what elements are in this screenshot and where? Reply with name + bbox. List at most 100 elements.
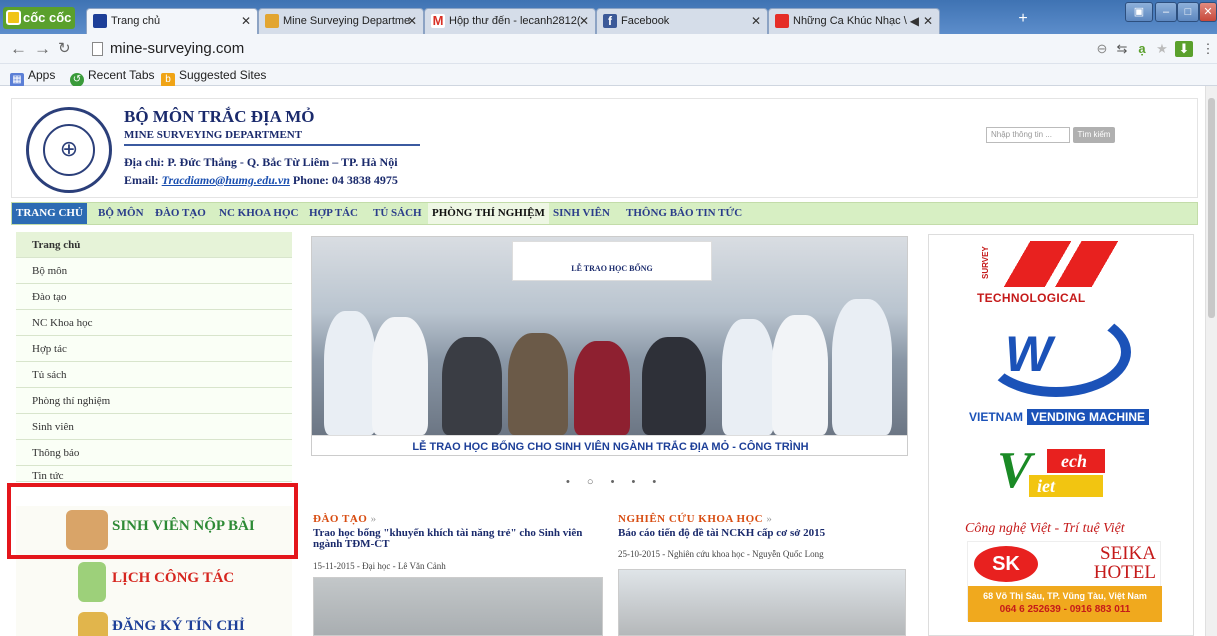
nk-logo-icon [1001, 241, 1121, 287]
bookmark-recent-tabs[interactable]: ↺ Recent Tabs [70, 65, 155, 87]
download-icon[interactable]: ⬇ [1175, 41, 1193, 57]
viettech-v-icon: V [997, 442, 1032, 499]
person-figure [324, 311, 376, 435]
nav-thong-bao[interactable]: THÔNG BÁO [622, 203, 698, 224]
browser-toolbar: ← → ↻ mine-surveying.com ⊖ ⇆ ạ ★ ⬇ ⋮ [0, 34, 1217, 64]
image-slider[interactable]: LỄ TRAO HỌC BỔNG LỄ TRAO HỌC BỔNG CHO SI… [311, 236, 908, 456]
hotel-name: SEIKA HOTEL [1052, 544, 1156, 582]
nav-dao-tao[interactable]: ĐÀO TẠO [151, 203, 210, 224]
ceremony-banner: LỄ TRAO HỌC BỔNG [512, 241, 712, 281]
news-thumbnail-image[interactable] [313, 577, 603, 636]
tab-facebook[interactable]: f Facebook ✕ [596, 8, 768, 34]
browser-brand[interactable]: cốc cốc [3, 7, 75, 29]
work-schedule-label: LỊCH CÔNG TÁC [112, 570, 235, 586]
vending-machine-ad[interactable]: VIETNAM VENDING MACHINE [969, 409, 1150, 425]
nav-sinh-vien[interactable]: SINH VIÊN [549, 203, 614, 224]
back-icon[interactable]: ← [10, 39, 27, 59]
audio-playing-icon[interactable]: ◀ [910, 9, 919, 33]
tab-mine-surveying[interactable]: Mine Surveying Departme ✕ [258, 8, 424, 34]
hotel-phone: 064 6 252639 - 0916 883 011 [999, 604, 1131, 615]
nav-trang-chu[interactable]: TRANG CHỦ [12, 203, 87, 224]
close-tab-icon[interactable]: ✕ [407, 9, 417, 33]
bookmark-suggested-sites[interactable]: b Suggested Sites [161, 65, 266, 87]
site-search-input[interactable]: Nhập thông tin ... [986, 127, 1070, 143]
bookmark-label: Recent Tabs [88, 68, 155, 82]
tab-label: Trang chủ [111, 15, 161, 27]
category-label: NGHIÊN CỨU KHOA HỌC [618, 513, 764, 525]
site-header: ⊕ BỘ MÔN TRẮC ĐỊA MỎ MINE SURVEYING DEPA… [11, 98, 1198, 198]
person-figure [722, 319, 774, 435]
reload-icon[interactable]: ↻ [58, 39, 71, 59]
nav-phong-thi-nghiem[interactable]: PHÒNG THÍ NGHIỆM [428, 203, 549, 224]
bookmark-apps[interactable]: ▦ Apps [10, 65, 55, 87]
news-title-link[interactable]: Trao học bổng "khuyến khích tài năng trẻ… [313, 528, 595, 550]
gmail-icon: M [431, 13, 445, 28]
news-category-nckh[interactable]: NGHIÊN CỨU KHOA HỌC » [618, 513, 772, 525]
site-search-button[interactable]: Tìm kiếm [1073, 127, 1115, 143]
credit-registration-banner[interactable]: ĐĂNG KÝ TÍN CHỈ [16, 608, 292, 636]
nav-tin-tuc[interactable]: TIN TỨC [692, 203, 746, 224]
slider-pagination-dots[interactable]: • ○ • • • [566, 476, 663, 488]
category-label: ĐÀO TẠO [313, 513, 368, 525]
department-address: Địa chỉ: P. Đức Thắng - Q. Bắc Từ Liêm –… [124, 155, 398, 169]
close-tab-icon[interactable]: ✕ [751, 9, 761, 33]
bing-icon: b [161, 73, 175, 87]
minimize-button[interactable]: – [1155, 2, 1177, 22]
zoom-icon[interactable]: ⊖ [1093, 41, 1111, 57]
sidebar-item-tin-tuc[interactable]: Tin tức [16, 466, 292, 482]
scrollbar-thumb[interactable] [1208, 98, 1215, 318]
user-profile-button[interactable]: ▣ [1125, 2, 1153, 22]
translate-icon[interactable]: ⇆ [1113, 41, 1131, 57]
sidebar-item-bo-mon[interactable]: Bộ môn [16, 258, 292, 284]
credit-registration-label: ĐĂNG KÝ TÍN CHỈ [112, 618, 245, 634]
work-schedule-banner[interactable]: LỊCH CÔNG TÁC [16, 558, 292, 608]
banner-title: LỄ TRAO HỌC BỔNG [571, 264, 653, 273]
close-window-button[interactable]: ✕ [1199, 2, 1217, 22]
sidebar-item-thong-bao[interactable]: Thông báo [16, 440, 292, 466]
seika-hotel-ad[interactable]: SK SEIKA HOTEL 68 Võ Thị Sáu, TP. Vũng Tà… [967, 541, 1162, 622]
nav-tu-sach[interactable]: TỦ SÁCH [369, 203, 426, 224]
sidebar-item-trang-chu[interactable]: Trang chủ [16, 232, 292, 258]
hotel-name-top: SEIKA [1100, 543, 1156, 564]
sidebar-item-sinh-vien[interactable]: Sinh viên [16, 414, 292, 440]
close-tab-icon[interactable]: ✕ [241, 9, 251, 33]
sidebar-item-tu-sach[interactable]: Tủ sách [16, 362, 292, 388]
close-tab-icon[interactable]: ✕ [579, 9, 589, 33]
site-favicon-icon [93, 14, 107, 28]
news-title-link[interactable]: Báo cáo tiến độ đề tài NCKH cấp cơ sở 20… [618, 528, 900, 539]
tab-label: Hộp thư đến - lecanh2812( [449, 15, 581, 27]
address-bar[interactable]: mine-surveying.com [90, 38, 1070, 60]
nk-survey-ad[interactable]: SURVEY [981, 241, 1131, 291]
sidebar-item-dao-tao[interactable]: Đào tạo [16, 284, 292, 310]
news-thumbnail-image[interactable] [618, 569, 906, 636]
nav-nc-khoa-hoc[interactable]: NC KHOA HỌC [215, 203, 302, 224]
sidebar-item-hop-tac[interactable]: Hợp tác [16, 336, 292, 362]
url-text: mine-surveying.com [110, 40, 245, 57]
tab-label: Những Ca Khúc Nhạc \ [793, 15, 907, 27]
sponsor-column: SURVEY TECHNOLOGICAL W VIETNAM VENDING MA… [928, 234, 1194, 636]
close-tab-icon[interactable]: ✕ [923, 9, 933, 33]
brand-label: cốc cốc [23, 10, 72, 25]
viettech-logo[interactable]: V ech iet [989, 445, 1129, 505]
nav-hop-tac[interactable]: HỢP TÁC [305, 203, 362, 224]
maximize-button[interactable]: □ [1177, 2, 1199, 22]
highlight-box [7, 483, 298, 559]
vietnamese-input-icon[interactable]: ạ [1133, 41, 1151, 57]
survey-label: SURVEY [981, 246, 990, 279]
tab-trang-chu[interactable]: Trang chủ ✕ [86, 8, 258, 34]
pencil-icon [78, 612, 108, 636]
tab-gmail[interactable]: M Hộp thư đến - lecanh2812( ✕ [424, 8, 596, 34]
sidebar-item-phong-thi-nghiem[interactable]: Phòng thí nghiệm [16, 388, 292, 414]
nav-bo-mon[interactable]: BỘ MÔN [94, 203, 148, 224]
tab-music[interactable]: Những Ca Khúc Nhạc \ ◀ ✕ [768, 8, 940, 34]
sidebar-item-nc-khoa-hoc[interactable]: NC Khoa học [16, 310, 292, 336]
vending-machine-logo[interactable]: W [981, 307, 1131, 397]
news-category-dao-tao[interactable]: ĐÀO TẠO » [313, 513, 377, 525]
forward-icon[interactable]: → [34, 39, 51, 59]
page-scrollbar[interactable] [1205, 86, 1217, 636]
web-page: ⊕ BỘ MÔN TRẮC ĐỊA MỎ MINE SURVEYING DEPA… [0, 86, 1217, 636]
menu-icon[interactable]: ⋮ [1199, 41, 1217, 57]
new-tab-button[interactable]: + [1010, 11, 1036, 29]
email-link[interactable]: Tracdiamo@humg.edu.vn [162, 173, 290, 187]
bookmark-star-icon[interactable]: ★ [1153, 41, 1171, 57]
